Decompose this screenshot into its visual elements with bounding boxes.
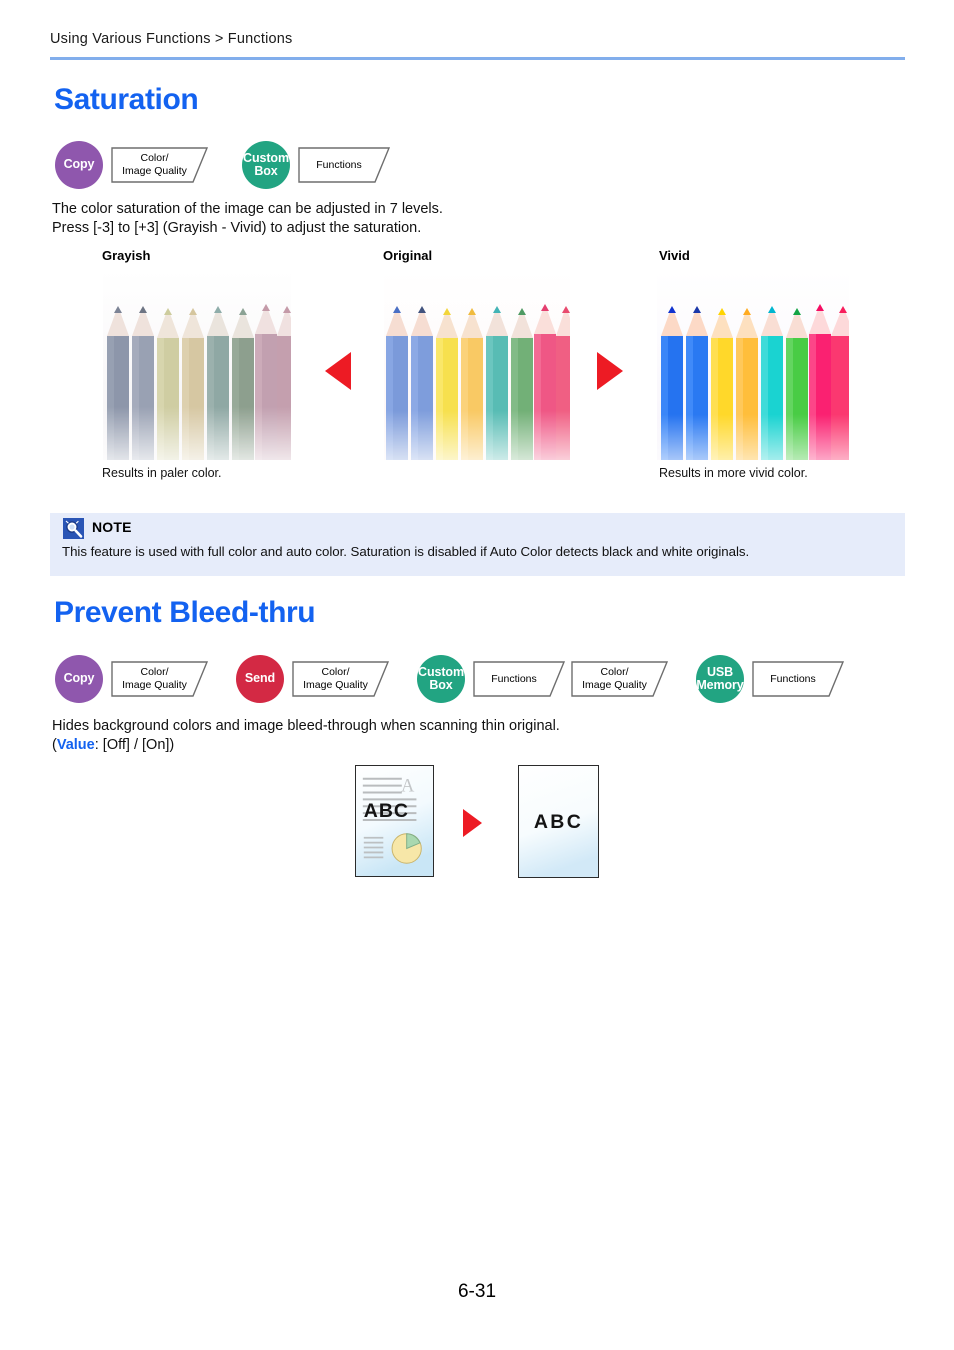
magnifier-note-icon xyxy=(63,518,84,539)
badge-chip-label: Functions xyxy=(491,672,537,685)
badge-chip-color-image-quality: Color/Image Quality xyxy=(292,661,389,697)
badge-chip-functions: Functions xyxy=(473,661,565,697)
sample-caption-grayish: Results in paler color. xyxy=(102,466,222,480)
saturation-description-line2: Press [-3] to [+3] (Grayish - Vivid) to … xyxy=(52,220,422,236)
saturation-description: The color saturation of the image can be… xyxy=(52,200,443,238)
badge-circle-usb-memory: USB Memory xyxy=(696,655,744,703)
badge-chip-label: Color/Image Quality xyxy=(122,666,187,691)
badge-group-copy: Copy Color/Image Quality xyxy=(55,655,208,703)
svg-text:ABC: ABC xyxy=(364,800,409,822)
badge-chip-label: Functions xyxy=(770,672,816,685)
badge-chip-color-image-quality: Color/Image Quality xyxy=(571,661,668,697)
badge-row-prevent-bleed-thru: Copy Color/Image Quality Send Color/Imag… xyxy=(55,655,858,703)
badge-chip-color-image-quality: Color/Image Quality xyxy=(111,147,208,183)
illustration-before-bleed: A ABC xyxy=(355,765,434,877)
badge-circle-send-label: Send xyxy=(244,671,276,686)
svg-text:ABC: ABC xyxy=(534,811,583,833)
badge-group-copy: Copy Color/Image Quality xyxy=(55,141,208,189)
arrow-right-icon xyxy=(597,352,623,390)
prevent-bleed-thru-description: Hides background colors and image bleed-… xyxy=(52,717,560,755)
badge-circle-copy-label: Copy xyxy=(63,671,95,686)
badge-chip-functions: Functions xyxy=(752,661,844,697)
badge-circle-custom-box-label: Custom Box xyxy=(243,150,289,178)
sample-label-original: Original xyxy=(383,248,433,263)
badge-circle-usb-memory-label: USB Memory xyxy=(696,664,744,692)
note-body: This feature is used with full color and… xyxy=(62,544,750,559)
prevent-bleed-thru-line1: Hides background colors and image bleed-… xyxy=(52,718,560,734)
badge-circle-copy: Copy xyxy=(55,655,103,703)
page-title-prevent-bleed-thru: Prevent Bleed-thru xyxy=(54,596,316,629)
badge-group-usb-memory: USB Memory Functions xyxy=(696,655,844,703)
arrow-left-icon xyxy=(325,352,351,390)
badge-circle-custom-box: Custom Box xyxy=(242,141,290,189)
badge-circle-send: Send xyxy=(236,655,284,703)
svg-text:A: A xyxy=(401,775,415,796)
sample-image-original xyxy=(384,270,570,460)
header-divider xyxy=(50,57,905,60)
breadcrumb: Using Various Functions > Functions xyxy=(50,31,293,47)
sample-label-grayish: Grayish xyxy=(102,248,151,263)
saturation-description-line1: The color saturation of the image can be… xyxy=(52,201,443,217)
badge-chip-label: Functions xyxy=(316,158,362,171)
arrow-right-icon xyxy=(463,809,482,837)
badge-chip-functions: Functions xyxy=(298,147,390,183)
value-label: Value xyxy=(56,737,95,753)
badge-group-custom-box: Custom Box Functions xyxy=(242,141,390,189)
badge-chip-label: Color/Image Quality xyxy=(303,666,368,691)
illustration-after-bleed: ABC xyxy=(518,765,599,878)
value-options: : [Off] / [On]) xyxy=(94,737,175,753)
badge-row-saturation: Copy Color/Image Quality Custom Box Funct… xyxy=(55,141,404,189)
badge-circle-copy-label: Copy xyxy=(63,157,95,172)
badge-chip-label: Color/Image Quality xyxy=(582,666,647,691)
sample-image-vivid xyxy=(657,270,849,460)
sample-label-vivid: Vivid xyxy=(659,248,690,263)
note-title: NOTE xyxy=(92,519,132,535)
page-title-saturation: Saturation xyxy=(54,83,199,116)
badge-group-custom-box: Custom Box Functions Color/Image Quality xyxy=(417,655,668,703)
sample-caption-vivid: Results in more vivid color. xyxy=(659,466,808,480)
page-number: 6-31 xyxy=(457,1281,497,1302)
document-page: Using Various Functions > Functions Satu… xyxy=(0,0,954,1350)
badge-chip-label: Color/Image Quality xyxy=(122,152,187,177)
badge-group-send: Send Color/Image Quality xyxy=(236,655,389,703)
badge-circle-custom-box-label: Custom Box xyxy=(418,664,464,692)
badge-chip-color-image-quality: Color/Image Quality xyxy=(111,661,208,697)
badge-circle-custom-box: Custom Box xyxy=(417,655,465,703)
note-box: NOTE This feature is used with full colo… xyxy=(50,513,905,576)
badge-circle-copy: Copy xyxy=(55,141,103,189)
sample-image-grayish xyxy=(103,270,291,460)
prevent-bleed-thru-value-line: (Value: [Off] / [On]) xyxy=(52,736,560,755)
